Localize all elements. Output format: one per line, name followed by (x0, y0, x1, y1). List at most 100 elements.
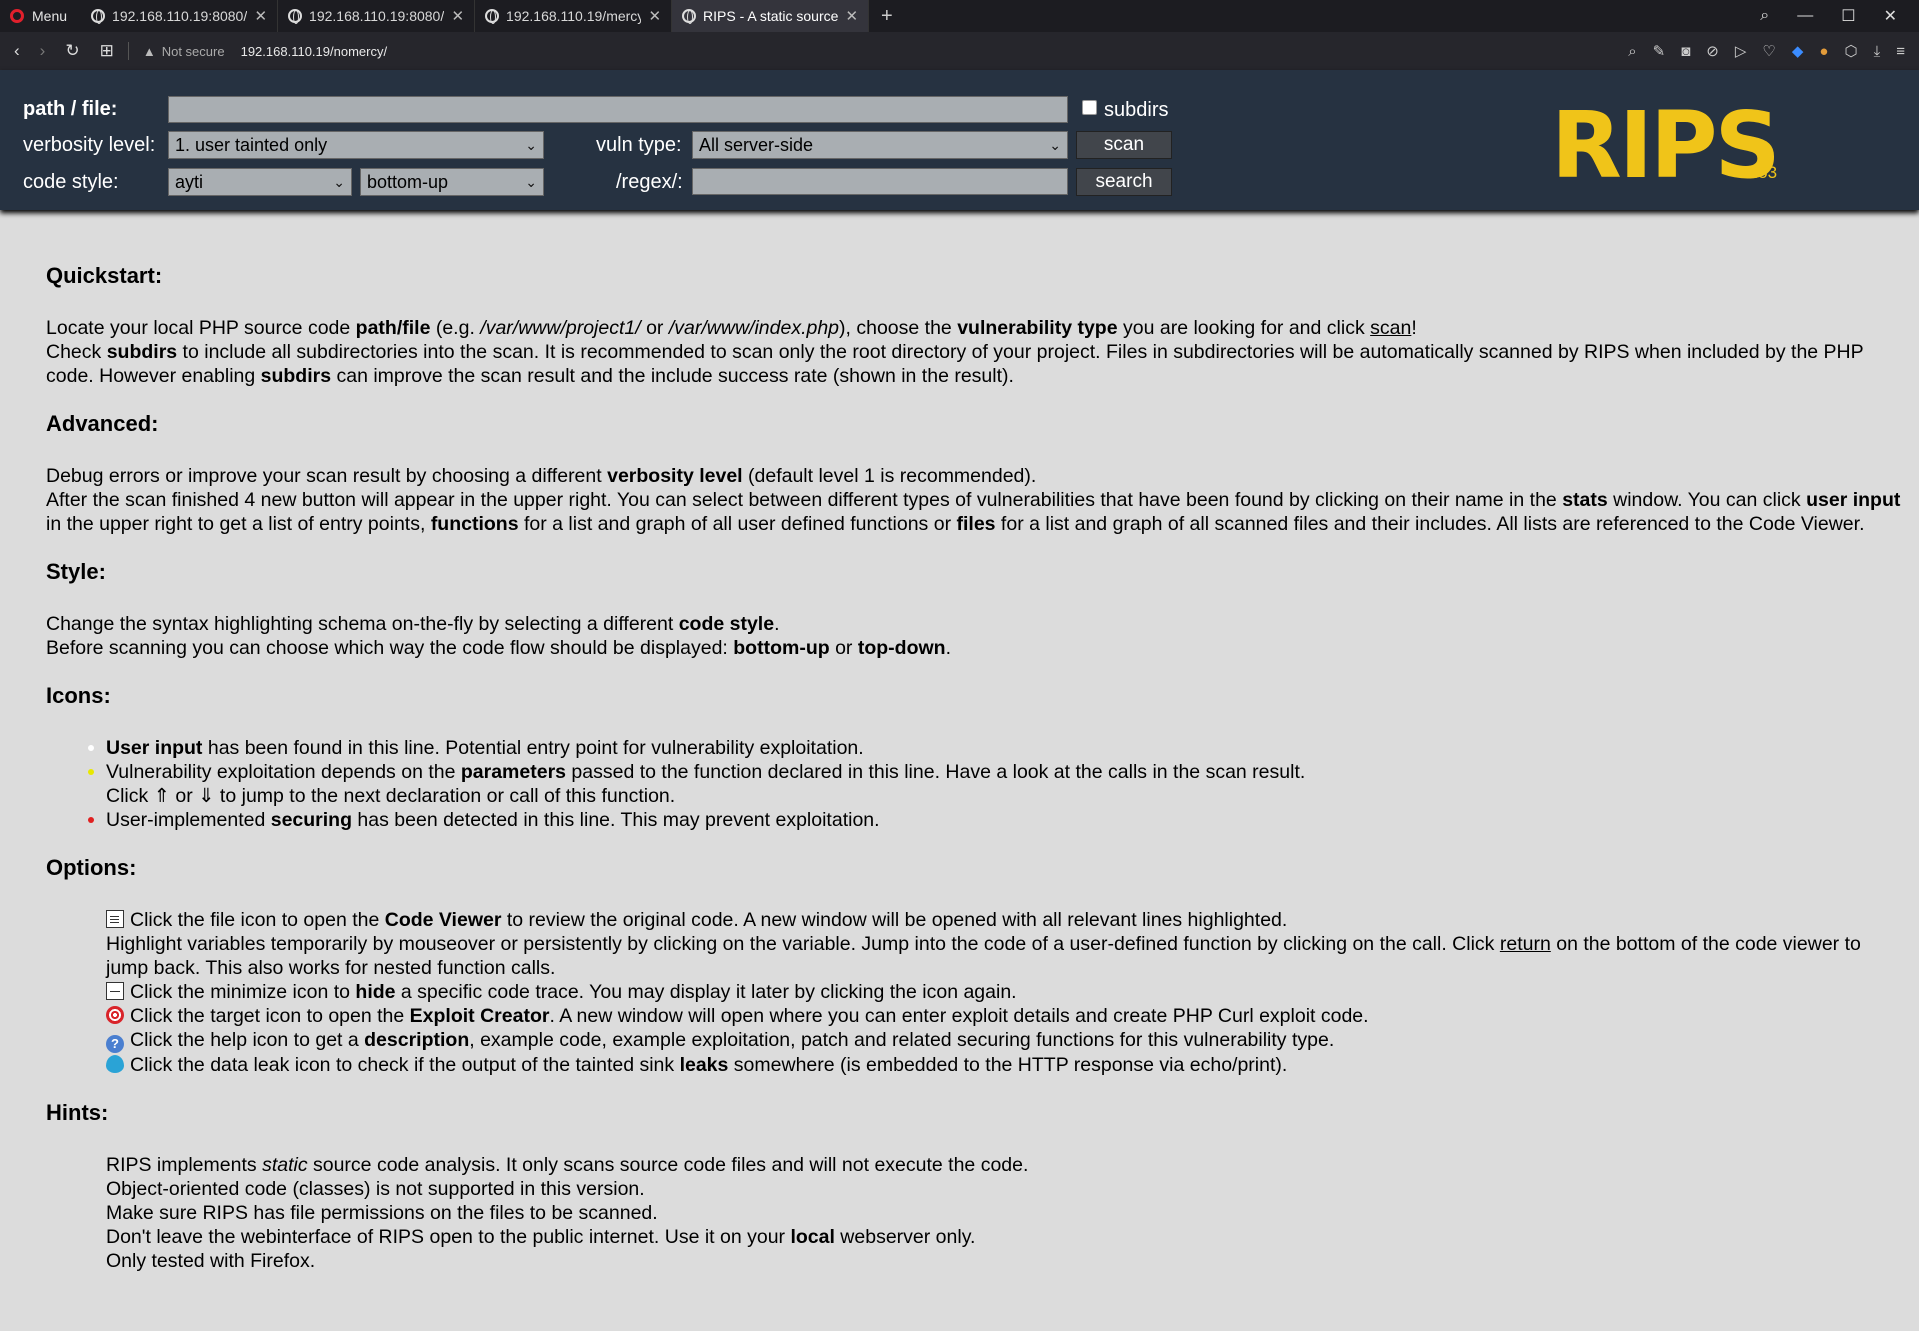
yellow-dot-icon (88, 769, 94, 775)
tab-close-icon[interactable]: ✕ (845, 7, 858, 25)
minimize-window-icon[interactable]: — (1797, 7, 1813, 25)
text: has been found in this line. Potential e… (202, 737, 864, 759)
new-tab-button[interactable]: + (869, 5, 905, 28)
text: (e.g. (430, 317, 481, 339)
list-item: User input has been found in this line. … (88, 736, 1906, 760)
path-input[interactable] (168, 96, 1068, 123)
red-dot-icon (88, 817, 94, 823)
text: somewhere (is embedded to the HTTP respo… (728, 1054, 1288, 1076)
warning-icon[interactable]: ▲ (143, 44, 156, 59)
reload-icon[interactable]: ↻ (65, 41, 79, 61)
scan-link[interactable]: scan (1370, 317, 1411, 339)
menu-label: Menu (32, 8, 68, 24)
text-bold: top-down (857, 637, 946, 659)
icons-list: User input has been found in this line. … (46, 736, 1906, 832)
toolbar-icons: ⌕ ✎ ◙ ⊘ ▷ ♡ ◆ ● ⬡ ⤓ ≡ (1628, 32, 1905, 70)
data-leak-icon (106, 1055, 124, 1073)
regex-input[interactable] (692, 168, 1068, 195)
text-bold: local (790, 1226, 835, 1248)
text: Vulnerability exploitation depends on th… (106, 761, 461, 783)
code-flow-select[interactable]: bottom-up ⌄ (360, 168, 544, 196)
code-flow-value: bottom-up (367, 171, 449, 192)
verbosity-select[interactable]: 1. user tainted only ⌄ (168, 131, 544, 159)
icons-heading: Icons: (46, 683, 111, 708)
text: RIPS implements (106, 1154, 263, 1176)
scan-button[interactable]: scan (1076, 131, 1172, 159)
text-bold: description (364, 1029, 470, 1051)
url-field[interactable]: 192.168.110.19/nomercy/ (241, 44, 387, 59)
verbosity-label: verbosity level: (23, 134, 156, 156)
camera-icon[interactable]: ◙ (1681, 43, 1690, 60)
text: . (945, 637, 951, 659)
globe-icon (288, 9, 303, 24)
vuln-type-value: All server-side (699, 134, 814, 155)
browser-tab[interactable]: 192.168.110.19/mercy ✕ (475, 0, 673, 32)
block-icon[interactable]: ⊘ (1706, 42, 1719, 60)
text-bold: subdirs (260, 365, 332, 387)
cookie-icon[interactable]: ● (1819, 43, 1828, 60)
options-text: Click the file icon to open the Code Vie… (46, 908, 1906, 1077)
text: Click the data leak icon to check if the… (130, 1054, 680, 1076)
file-icon (106, 910, 124, 928)
back-icon[interactable]: ‹ (14, 41, 20, 61)
text: Only tested with Firefox. (106, 1250, 316, 1272)
text: Click the help icon to get a (130, 1029, 365, 1051)
cube-icon[interactable]: ⬡ (1844, 42, 1857, 60)
text-bold: code style (678, 613, 775, 635)
help-content: Quickstart: Locate your local PHP source… (46, 262, 1906, 1295)
close-window-icon[interactable]: ✕ (1884, 6, 1897, 26)
text: , example code, example exploitation, pa… (469, 1029, 1335, 1051)
chevron-down-icon: ⌄ (333, 173, 345, 190)
download-icon[interactable]: ⤓ (1874, 43, 1881, 60)
tab-close-icon[interactable]: ✕ (648, 7, 661, 25)
return-link[interactable]: return (1500, 933, 1551, 955)
text-bold: user input (1806, 489, 1901, 511)
opera-menu-button[interactable]: Menu (0, 0, 81, 32)
heart-icon[interactable]: ♡ (1762, 42, 1775, 60)
text: or (640, 317, 669, 339)
edit-icon[interactable]: ✎ (1653, 42, 1666, 60)
not-secure-label[interactable]: Not secure (162, 44, 225, 59)
globe-icon (91, 9, 106, 24)
tab-title: RIPS - A static source (703, 8, 839, 24)
text-bold: subdirs (106, 341, 178, 363)
chevron-down-icon: ⌄ (525, 136, 537, 153)
hints-text: RIPS implements static source code analy… (46, 1153, 1906, 1273)
zoom-icon[interactable]: ⌕ (1628, 43, 1636, 60)
text: Highlight variables temporarily by mouse… (106, 933, 1500, 955)
search-button[interactable]: search (1076, 168, 1172, 196)
tab-title: 192.168.110.19:8080/ (112, 8, 248, 24)
nav-buttons: ‹ › ↻ ⊞ (0, 41, 114, 61)
tab-close-icon[interactable]: ✕ (254, 7, 267, 25)
search-tabs-icon[interactable]: ⌕ (1760, 7, 1769, 25)
browser-tab[interactable]: 192.168.110.19:8080/ ✕ (278, 0, 476, 32)
forward-icon[interactable]: › (40, 41, 46, 61)
style-text: Change the syntax highlighting schema on… (46, 612, 1906, 660)
browser-tab-active[interactable]: RIPS - A static source ✕ (672, 0, 870, 32)
vuln-type-label: vuln type: (596, 134, 682, 156)
divider (127, 42, 129, 60)
text: Click the target icon to open the (130, 1005, 410, 1027)
browser-tab-bar: Menu 192.168.110.19:8080/ ✕ 192.168.110.… (0, 0, 1919, 32)
extension-icon[interactable]: ◆ (1792, 42, 1804, 60)
tab-close-icon[interactable]: ✕ (451, 7, 464, 25)
text-bold: hide (355, 981, 396, 1003)
hints-heading: Hints: (46, 1100, 109, 1125)
text: Click the file icon to open the (130, 909, 385, 931)
browser-tab[interactable]: 192.168.110.19:8080/ ✕ (81, 0, 279, 32)
advanced-heading: Advanced: (46, 411, 159, 436)
text-bold: bottom-up (733, 637, 830, 659)
text: window. You can click (1607, 489, 1807, 511)
tab-grid-icon[interactable]: ⊞ (100, 41, 114, 61)
style-heading: Style: (46, 559, 106, 584)
menu-lines-icon[interactable]: ≡ (1896, 43, 1905, 60)
text: Make sure RIPS has file permissions on t… (106, 1202, 658, 1224)
code-style-label: code style: (23, 171, 119, 193)
subdirs-checkbox[interactable] (1082, 100, 1097, 115)
vuln-type-select[interactable]: All server-side ⌄ (692, 131, 1068, 159)
maximize-window-icon[interactable]: ☐ (1841, 6, 1855, 26)
text: to review the original code. A new windo… (501, 909, 1288, 931)
send-icon[interactable]: ▷ (1735, 42, 1747, 60)
code-style-select[interactable]: ayti ⌄ (168, 168, 352, 196)
text: (default level 1 is recommended). (742, 465, 1037, 487)
